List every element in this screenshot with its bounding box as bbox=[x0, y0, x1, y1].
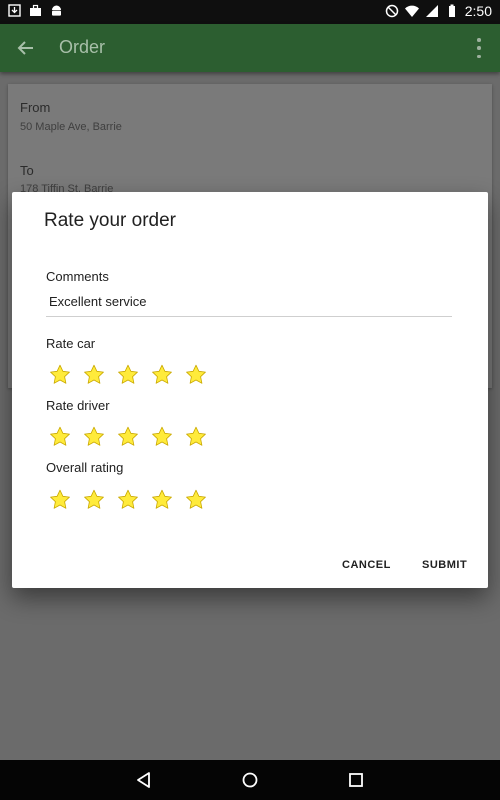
overflow-menu-icon[interactable] bbox=[476, 38, 482, 58]
wifi-icon bbox=[404, 4, 419, 18]
star-icon[interactable] bbox=[116, 425, 140, 449]
star-icon[interactable] bbox=[82, 363, 106, 387]
rate-car-label: Rate car bbox=[46, 336, 96, 351]
star-icon[interactable] bbox=[48, 488, 72, 512]
app-bar: Order bbox=[0, 24, 500, 72]
star-icon[interactable] bbox=[150, 488, 174, 512]
star-icon[interactable] bbox=[82, 425, 106, 449]
do-not-disturb-icon bbox=[385, 4, 399, 18]
home-nav-icon[interactable] bbox=[241, 771, 259, 789]
star-icon[interactable] bbox=[48, 363, 72, 387]
overall-rating-stars[interactable] bbox=[48, 488, 208, 512]
star-icon[interactable] bbox=[116, 488, 140, 512]
status-bar: 2:50 bbox=[0, 0, 500, 24]
star-icon[interactable] bbox=[150, 363, 174, 387]
star-icon[interactable] bbox=[184, 425, 208, 449]
star-icon[interactable] bbox=[48, 425, 72, 449]
navigation-bar bbox=[0, 760, 500, 800]
submit-button[interactable]: SUBMIT bbox=[422, 559, 467, 571]
overall-rating-label: Overall rating bbox=[46, 460, 124, 475]
cancel-button[interactable]: CANCEL bbox=[342, 559, 391, 571]
dialog-title: Rate your order bbox=[44, 210, 177, 231]
briefcase-icon bbox=[29, 4, 42, 17]
back-nav-icon[interactable] bbox=[135, 771, 153, 789]
android-icon bbox=[50, 4, 63, 17]
rate-car-stars[interactable] bbox=[48, 363, 208, 387]
back-arrow-icon[interactable] bbox=[14, 36, 38, 60]
star-icon[interactable] bbox=[116, 363, 140, 387]
rate-driver-stars[interactable] bbox=[48, 425, 208, 449]
rate-order-dialog: Rate your order Comments Rate car Rate d… bbox=[12, 192, 488, 588]
from-value: 50 Maple Ave, Barrie bbox=[20, 121, 122, 133]
comments-input[interactable] bbox=[46, 292, 452, 317]
star-icon[interactable] bbox=[82, 488, 106, 512]
comments-label: Comments bbox=[46, 269, 109, 284]
from-label: From bbox=[20, 100, 51, 115]
rate-driver-label: Rate driver bbox=[46, 398, 110, 413]
star-icon[interactable] bbox=[150, 425, 174, 449]
star-icon[interactable] bbox=[184, 488, 208, 512]
clock-text: 2:50 bbox=[464, 3, 492, 19]
page-title: Order bbox=[59, 37, 106, 57]
recents-nav-icon[interactable] bbox=[347, 771, 365, 789]
battery-icon bbox=[445, 4, 459, 18]
download-icon bbox=[8, 4, 21, 17]
signal-icon bbox=[425, 4, 439, 18]
to-label: To bbox=[20, 163, 34, 178]
star-icon[interactable] bbox=[184, 363, 208, 387]
